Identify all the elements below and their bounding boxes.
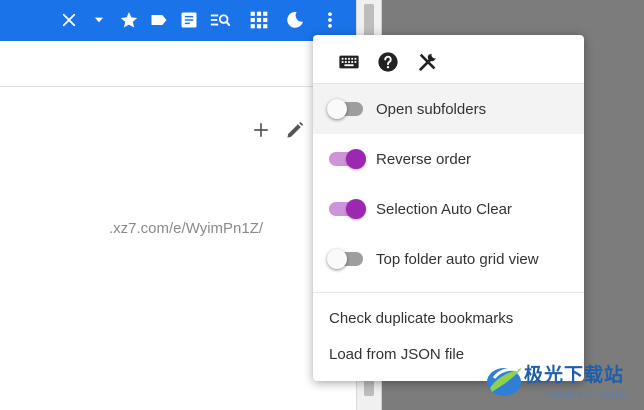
switch-knob xyxy=(346,199,366,219)
toggle-label: Selection Auto Clear xyxy=(376,200,512,218)
close-icon[interactable] xyxy=(57,8,81,32)
note-icon[interactable] xyxy=(177,8,201,32)
check-duplicates-item[interactable]: Check duplicate bookmarks xyxy=(329,310,513,327)
toggle-label: Open subfolders xyxy=(376,100,487,118)
menu-icon-row xyxy=(313,35,584,84)
open-subfolders-switch[interactable] xyxy=(327,99,363,119)
tools-icon[interactable] xyxy=(416,50,440,74)
top-folder-grid-switch[interactable] xyxy=(327,249,363,269)
dropdown-arrow-icon[interactable] xyxy=(87,8,111,32)
star-icon[interactable] xyxy=(117,8,141,32)
search-list-icon[interactable] xyxy=(208,8,232,32)
help-icon[interactable] xyxy=(376,50,400,74)
edit-icon[interactable] xyxy=(283,118,307,142)
switch-knob xyxy=(346,149,366,169)
selection-auto-clear-switch[interactable] xyxy=(329,199,366,219)
load-json-item[interactable]: Load from JSON file xyxy=(329,346,464,363)
url-text: .xz7.com/e/WyimPn1Z/ xyxy=(109,220,264,237)
reverse-order-switch[interactable] xyxy=(329,149,366,169)
toggle-row-top-folder-grid[interactable]: Top folder auto grid view xyxy=(313,234,584,284)
toggle-row-selection-auto-clear[interactable]: Selection Auto Clear xyxy=(313,184,584,234)
more-vert-icon[interactable] xyxy=(318,8,342,32)
grid-icon[interactable] xyxy=(247,8,271,32)
watermark: 极光下载站 www.xz7.com xyxy=(484,356,640,406)
toggle-label: Reverse order xyxy=(376,150,472,168)
secondary-bar xyxy=(0,41,356,87)
add-icon[interactable] xyxy=(249,118,273,142)
app-toolbar xyxy=(0,0,356,41)
toggle-row-reverse-order[interactable]: Reverse order xyxy=(313,134,584,184)
switch-knob xyxy=(327,249,347,269)
watermark-url: www.xz7.com xyxy=(546,386,626,401)
watermark-text: 极光下载站 xyxy=(524,365,625,386)
toggle-label: Top folder auto grid view xyxy=(376,250,539,268)
menu-divider xyxy=(313,292,584,293)
switch-knob xyxy=(327,99,347,119)
toggle-row-open-subfolders[interactable]: Open subfolders xyxy=(313,84,584,134)
dark-mode-icon[interactable] xyxy=(283,8,307,32)
watermark-logo-icon xyxy=(487,367,522,396)
keyboard-icon[interactable] xyxy=(337,50,361,74)
label-icon[interactable] xyxy=(147,8,171,32)
settings-menu: Open subfolders Reverse order Selection … xyxy=(313,35,584,381)
